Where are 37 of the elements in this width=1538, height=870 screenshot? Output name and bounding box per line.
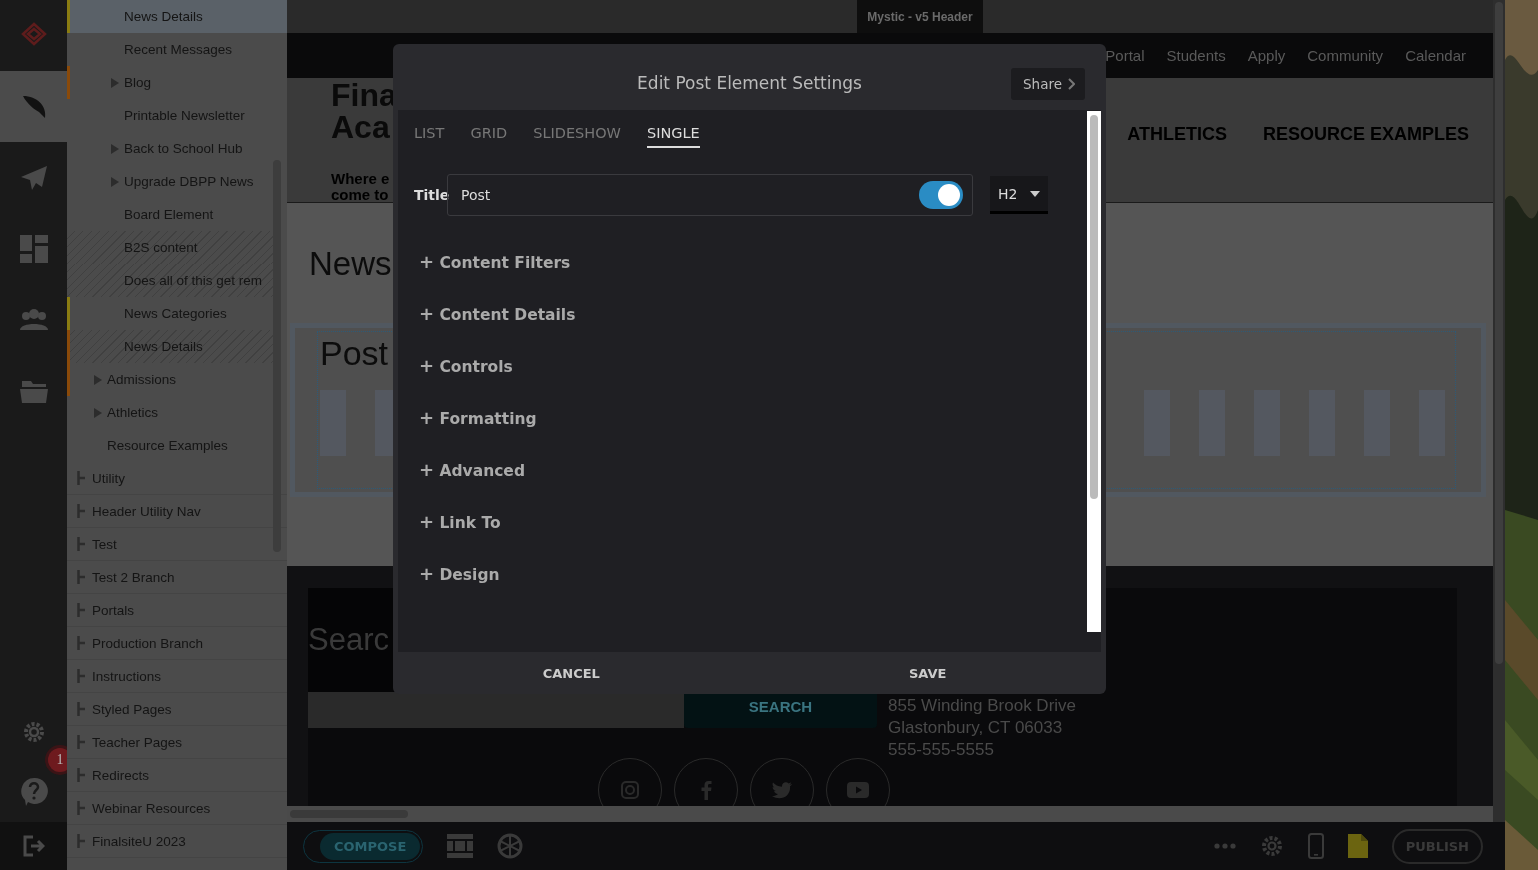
- address-line: Glastonbury, CT 06033: [888, 717, 1064, 739]
- section-toggle[interactable]: + Formatting: [414, 391, 542, 443]
- nav-link[interactable]: Portal: [1105, 47, 1145, 64]
- nav-link[interactable]: Community: [1307, 47, 1384, 64]
- nav-link[interactable]: Apply: [1247, 47, 1286, 64]
- tree-item[interactable]: News Details: [67, 330, 287, 363]
- view-tab[interactable]: SLIDESHOW: [533, 122, 621, 148]
- view-tab[interactable]: LIST: [414, 122, 445, 148]
- section-toggle[interactable]: + Controls: [414, 339, 518, 391]
- section-toggle[interactable]: + Link To: [414, 495, 506, 547]
- title-field[interactable]: Post: [447, 174, 973, 216]
- post-title: Post: [320, 334, 389, 373]
- share-button[interactable]: Share: [1011, 68, 1085, 100]
- page-heading: News: [309, 245, 392, 283]
- address-line: 855 Winding Brook Drive: [888, 695, 1077, 717]
- compose-toggle[interactable]: COMPOSE: [320, 832, 421, 860]
- nav-link[interactable]: Calendar: [1405, 47, 1466, 64]
- address-line: 555-555-5555: [888, 739, 995, 761]
- tagline: Where e come to: [331, 171, 391, 203]
- view-tab[interactable]: SINGLE: [646, 122, 700, 148]
- heading-dropdown[interactable]: H2: [990, 176, 1048, 214]
- nav-link[interactable]: ATHLETICS: [1127, 123, 1227, 145]
- nav-link[interactable]: Students: [1166, 47, 1226, 64]
- tree-item[interactable]: Printable Newsletter: [67, 99, 287, 132]
- dialog-title: Edit Post Element Settings: [637, 73, 862, 93]
- template-tab[interactable]: Mystic - v5 Header: [857, 0, 983, 33]
- tree-item[interactable]: News Categories: [67, 297, 287, 330]
- section-toggle[interactable]: + Content Details: [414, 287, 581, 339]
- tree-item[interactable]: Athletics: [67, 396, 287, 429]
- section-toggle[interactable]: + Design: [414, 547, 505, 599]
- tree-item[interactable]: Recent Messages: [67, 33, 287, 66]
- section-toggle[interactable]: + Advanced: [414, 443, 530, 495]
- view-tab[interactable]: GRID: [470, 122, 508, 148]
- section-toggle[interactable]: + Content Filters: [414, 235, 576, 287]
- field-label: Title: [414, 187, 447, 203]
- tree-item[interactable]: News Details: [67, 0, 287, 33]
- nav-link[interactable]: RESOURCE EXAMPLES: [1262, 123, 1469, 145]
